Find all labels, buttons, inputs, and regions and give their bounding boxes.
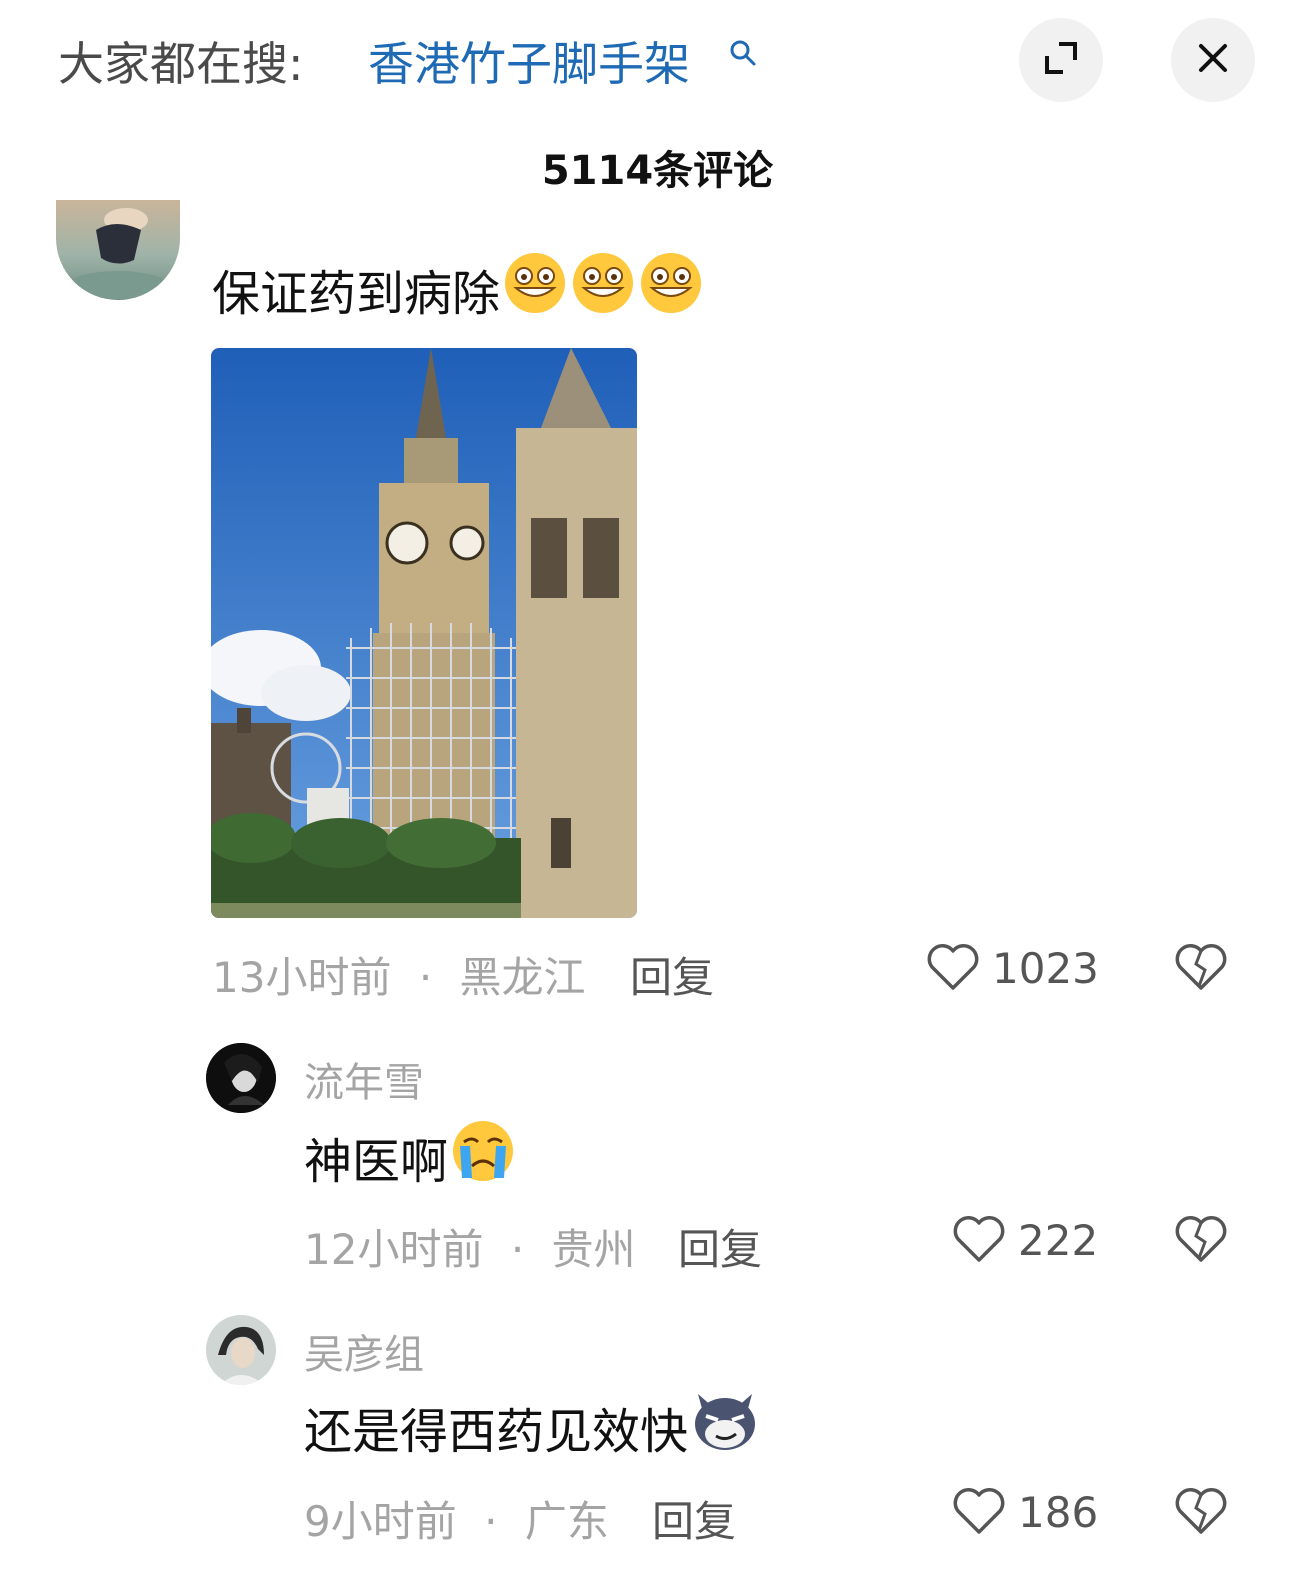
reply-avatar[interactable] — [206, 1315, 276, 1385]
like-count: 222 — [1018, 1216, 1099, 1265]
dislike-broken-heart-icon[interactable] — [1174, 1214, 1228, 1268]
like-count: 1023 — [992, 944, 1099, 993]
reply-body: 神医啊 — [304, 1134, 449, 1190]
comment-meta: 13小时前 · 黑龙江 — [212, 944, 586, 1005]
reply-username[interactable]: 流年雪 — [304, 1050, 424, 1108]
grin-emoji-icon — [502, 252, 568, 326]
reply-button[interactable]: 回复 — [652, 1488, 736, 1549]
reply-time: 9小时前 — [304, 1497, 457, 1546]
close-icon — [1193, 38, 1233, 82]
dislike-broken-heart-icon[interactable] — [1174, 942, 1228, 996]
comment-location: 黑龙江 — [459, 953, 586, 1002]
like-heart-icon[interactable] — [952, 1214, 1006, 1268]
commenter-avatar[interactable] — [56, 200, 180, 300]
reply-body: 还是得西药见效快 — [304, 1404, 689, 1460]
reply-text: 还是得西药见效快 — [304, 1394, 760, 1460]
reply-time: 12小时前 — [304, 1225, 484, 1274]
trending-search-term: 香港竹子脚手架 — [368, 37, 690, 91]
reply-button[interactable]: 回复 — [630, 944, 714, 1005]
meta-separator: · — [484, 1497, 498, 1546]
crying-emoji-icon — [450, 1120, 516, 1194]
grin-emoji-icon — [570, 252, 636, 326]
expand-icon — [1041, 38, 1081, 82]
reply-meta: 12小时前 · 贵州 — [304, 1216, 636, 1277]
reply-button[interactable]: 回复 — [678, 1216, 762, 1277]
close-button[interactable] — [1171, 18, 1255, 102]
reply-username[interactable]: 吴彦组 — [304, 1322, 424, 1380]
comment-body: 保证药到病除 — [212, 266, 501, 322]
comment-text: 保证药到病除 — [212, 253, 704, 322]
like-heart-icon[interactable] — [952, 1486, 1006, 1540]
like-heart-icon[interactable] — [926, 942, 980, 996]
reply-text: 神医啊 — [304, 1121, 516, 1190]
dislike-broken-heart-icon[interactable] — [1174, 1486, 1228, 1540]
comments-count-title: 5114条评论 — [541, 148, 774, 194]
comment-time: 13小时前 — [212, 953, 392, 1002]
like-count: 186 — [1018, 1488, 1099, 1537]
search-icon — [728, 38, 758, 72]
meta-separator: · — [510, 1225, 525, 1274]
expand-button[interactable] — [1019, 18, 1103, 102]
reply-avatar[interactable] — [206, 1043, 276, 1113]
reply-location: 贵州 — [551, 1225, 636, 1274]
grin-emoji-icon — [638, 252, 704, 326]
reply-location: 广东 — [524, 1497, 609, 1546]
reply-meta: 9小时前 · 广东 — [304, 1488, 609, 1549]
comment-image[interactable] — [211, 348, 637, 918]
trending-search-link[interactable]: 香港竹子脚手架 — [368, 28, 690, 94]
meta-separator: · — [418, 953, 433, 1002]
trending-search-label: 大家都在搜: — [58, 37, 304, 91]
wolf-smirk-emoji-icon — [690, 1390, 760, 1464]
